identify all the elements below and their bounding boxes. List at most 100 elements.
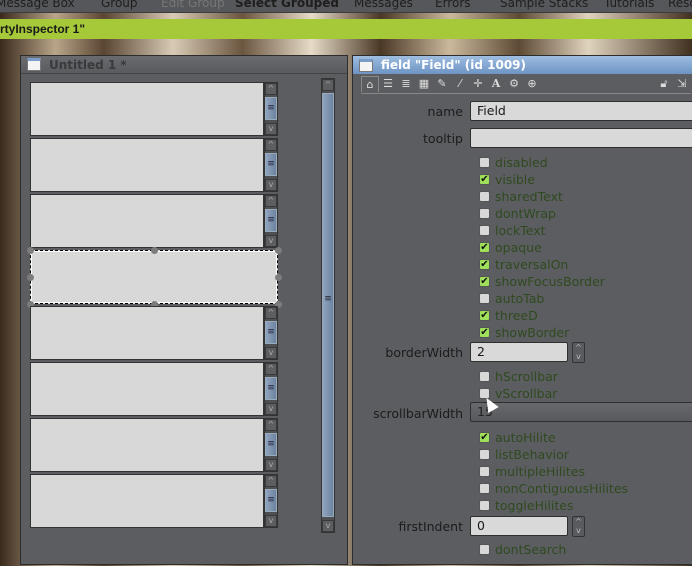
- checkbox-traversalOn[interactable]: ✔ traversalOn: [479, 256, 568, 272]
- resize-handle[interactable]: [151, 247, 158, 254]
- field-scrollbar[interactable]: ^ ≡ v: [264, 82, 278, 136]
- unchecked-checkbox-icon[interactable]: [479, 190, 490, 202]
- unchecked-checkbox-icon[interactable]: [479, 543, 490, 555]
- field-object[interactable]: ^ ≡ v: [30, 362, 278, 416]
- scroll-thumb[interactable]: ≡: [265, 377, 277, 400]
- checked-checkbox-icon[interactable]: ✔: [479, 275, 490, 287]
- checkbox-disabled[interactable]: disabled: [479, 154, 548, 170]
- field-object[interactable]: ^ ≡ v: [30, 82, 278, 136]
- scroll-thumb[interactable]: ≡: [265, 153, 277, 176]
- menu-message-box[interactable]: Message Box: [0, 0, 75, 10]
- field-object[interactable]: ^ ≡ v: [30, 418, 278, 472]
- scrollbarWidth-combobox[interactable]: 15: [470, 402, 692, 422]
- scroll-up-arrow[interactable]: ^: [265, 195, 277, 207]
- checkbox-opaque[interactable]: ✔ opaque: [479, 239, 542, 255]
- field-box[interactable]: [30, 138, 264, 192]
- scroll-down-arrow[interactable]: v: [265, 515, 277, 527]
- field-box[interactable]: [30, 418, 264, 472]
- field-object[interactable]: ^ ≡ v: [30, 474, 278, 528]
- scroll-thumb[interactable]: ≡: [265, 97, 277, 120]
- field-box[interactable]: [30, 362, 264, 416]
- field-box[interactable]: [30, 474, 264, 528]
- field-scrollbar[interactable]: ^ ≡ v: [264, 306, 278, 360]
- scroll-thumb[interactable]: ≡: [265, 321, 277, 344]
- stack-scrollbar[interactable]: ^ ≡ v: [321, 78, 335, 533]
- unchecked-checkbox-icon[interactable]: [479, 448, 490, 460]
- checkbox-sharedText[interactable]: sharedText: [479, 188, 563, 204]
- scroll-up-arrow[interactable]: ^: [265, 83, 277, 95]
- field-scrollbar[interactable]: ^ ≡ v: [264, 362, 278, 416]
- menu-edit-group[interactable]: Edit Group: [161, 0, 225, 10]
- scroll-thumb[interactable]: ≡: [322, 93, 334, 517]
- checkbox-autoTab[interactable]: autoTab: [479, 290, 544, 306]
- checkbox-listBehavior[interactable]: listBehavior: [479, 446, 569, 462]
- menu-resources[interactable]: Reso: [668, 0, 692, 10]
- resize-handle[interactable]: [27, 274, 34, 281]
- scroll-up-arrow[interactable]: ^: [265, 363, 277, 375]
- name-input[interactable]: Field: [470, 101, 692, 121]
- field-box[interactable]: [30, 82, 264, 136]
- field-scrollbar[interactable]: ^ ≡ v: [264, 418, 278, 472]
- checkbox-multipleHilites[interactable]: multipleHilites: [479, 463, 585, 479]
- resize-handle[interactable]: [27, 247, 34, 254]
- checked-checkbox-icon[interactable]: ✔: [479, 309, 490, 321]
- checkbox-visible[interactable]: ✔ visible: [479, 171, 535, 187]
- checkbox-dontSearch[interactable]: dontSearch: [479, 541, 566, 557]
- scroll-up-arrow[interactable]: ^: [265, 307, 277, 319]
- scroll-up-arrow[interactable]: ^: [322, 79, 334, 91]
- menu-tutorials[interactable]: Tutorials: [604, 0, 654, 10]
- field-scrollbar[interactable]: ^ ≡ v: [264, 474, 278, 528]
- scroll-down-arrow[interactable]: v: [265, 235, 277, 247]
- selected-field[interactable]: [30, 250, 278, 304]
- checked-checkbox-icon[interactable]: ✔: [479, 241, 490, 253]
- menu-errors[interactable]: Errors: [435, 0, 471, 10]
- stack-window-titlebar[interactable]: Untitled 1 *: [21, 56, 347, 74]
- resize-handle[interactable]: [275, 247, 282, 254]
- scroll-thumb[interactable]: ≡: [265, 433, 277, 456]
- checkbox-lockText[interactable]: lockText: [479, 222, 546, 238]
- field-object[interactable]: [27, 247, 282, 308]
- menu-messages[interactable]: Messages: [354, 0, 413, 10]
- checkbox-showBorder[interactable]: ✔ showBorder: [479, 324, 569, 340]
- field-scrollbar[interactable]: ^ ≡ v: [264, 138, 278, 192]
- checkbox-nonContiguousHilites[interactable]: nonContiguousHilites: [479, 480, 628, 496]
- unchecked-checkbox-icon[interactable]: [479, 224, 490, 236]
- unchecked-checkbox-icon[interactable]: [479, 156, 490, 168]
- unchecked-checkbox-icon[interactable]: [479, 370, 490, 382]
- unchecked-checkbox-icon[interactable]: [479, 499, 490, 511]
- checkbox-hScrollbar[interactable]: hScrollbar: [479, 368, 558, 384]
- field-object[interactable]: ^ ≡ v: [30, 194, 278, 248]
- scroll-down-arrow[interactable]: v: [265, 123, 277, 135]
- scroll-up-arrow[interactable]: ^: [265, 419, 277, 431]
- menu-group[interactable]: Group: [101, 0, 138, 10]
- borderWidth-stepper[interactable]: ^ v: [572, 342, 585, 363]
- checkbox-autoHilite[interactable]: ✔ autoHilite: [479, 429, 556, 445]
- checkbox-showFocusBorder[interactable]: ✔ showFocusBorder: [479, 273, 605, 289]
- field-scrollbar[interactable]: ^ ≡ v: [264, 194, 278, 248]
- scroll-thumb[interactable]: ≡: [265, 209, 277, 232]
- scroll-down-arrow[interactable]: v: [265, 403, 277, 415]
- scroll-down-arrow[interactable]: v: [265, 459, 277, 471]
- scroll-down-arrow[interactable]: v: [265, 347, 277, 359]
- scroll-up-arrow[interactable]: ^: [265, 475, 277, 487]
- menu-sample-stacks[interactable]: Sample Stacks: [500, 0, 588, 10]
- scroll-down-arrow[interactable]: v: [322, 520, 334, 532]
- field-object[interactable]: ^ ≡ v: [30, 306, 278, 360]
- firstIndent-input[interactable]: 0: [470, 516, 568, 536]
- checkbox-dontWrap[interactable]: dontWrap: [479, 205, 556, 221]
- field-box[interactable]: [30, 306, 264, 360]
- borderWidth-input[interactable]: 2: [470, 342, 568, 362]
- scroll-thumb[interactable]: ≡: [265, 489, 277, 512]
- checked-checkbox-icon[interactable]: ✔: [479, 431, 490, 443]
- unchecked-checkbox-icon[interactable]: [479, 482, 490, 494]
- checked-checkbox-icon[interactable]: ✔: [479, 173, 490, 185]
- scroll-up-arrow[interactable]: ^: [265, 139, 277, 151]
- unchecked-checkbox-icon[interactable]: [479, 292, 490, 304]
- checkbox-threeD[interactable]: ✔ threeD: [479, 307, 538, 323]
- checked-checkbox-icon[interactable]: ✔: [479, 258, 490, 270]
- resize-handle[interactable]: [275, 274, 282, 281]
- tooltip-input[interactable]: [470, 128, 692, 148]
- field-object[interactable]: ^ ≡ v: [30, 138, 278, 192]
- firstIndent-stepper[interactable]: ^ v: [572, 516, 585, 537]
- unchecked-checkbox-icon[interactable]: [479, 207, 490, 219]
